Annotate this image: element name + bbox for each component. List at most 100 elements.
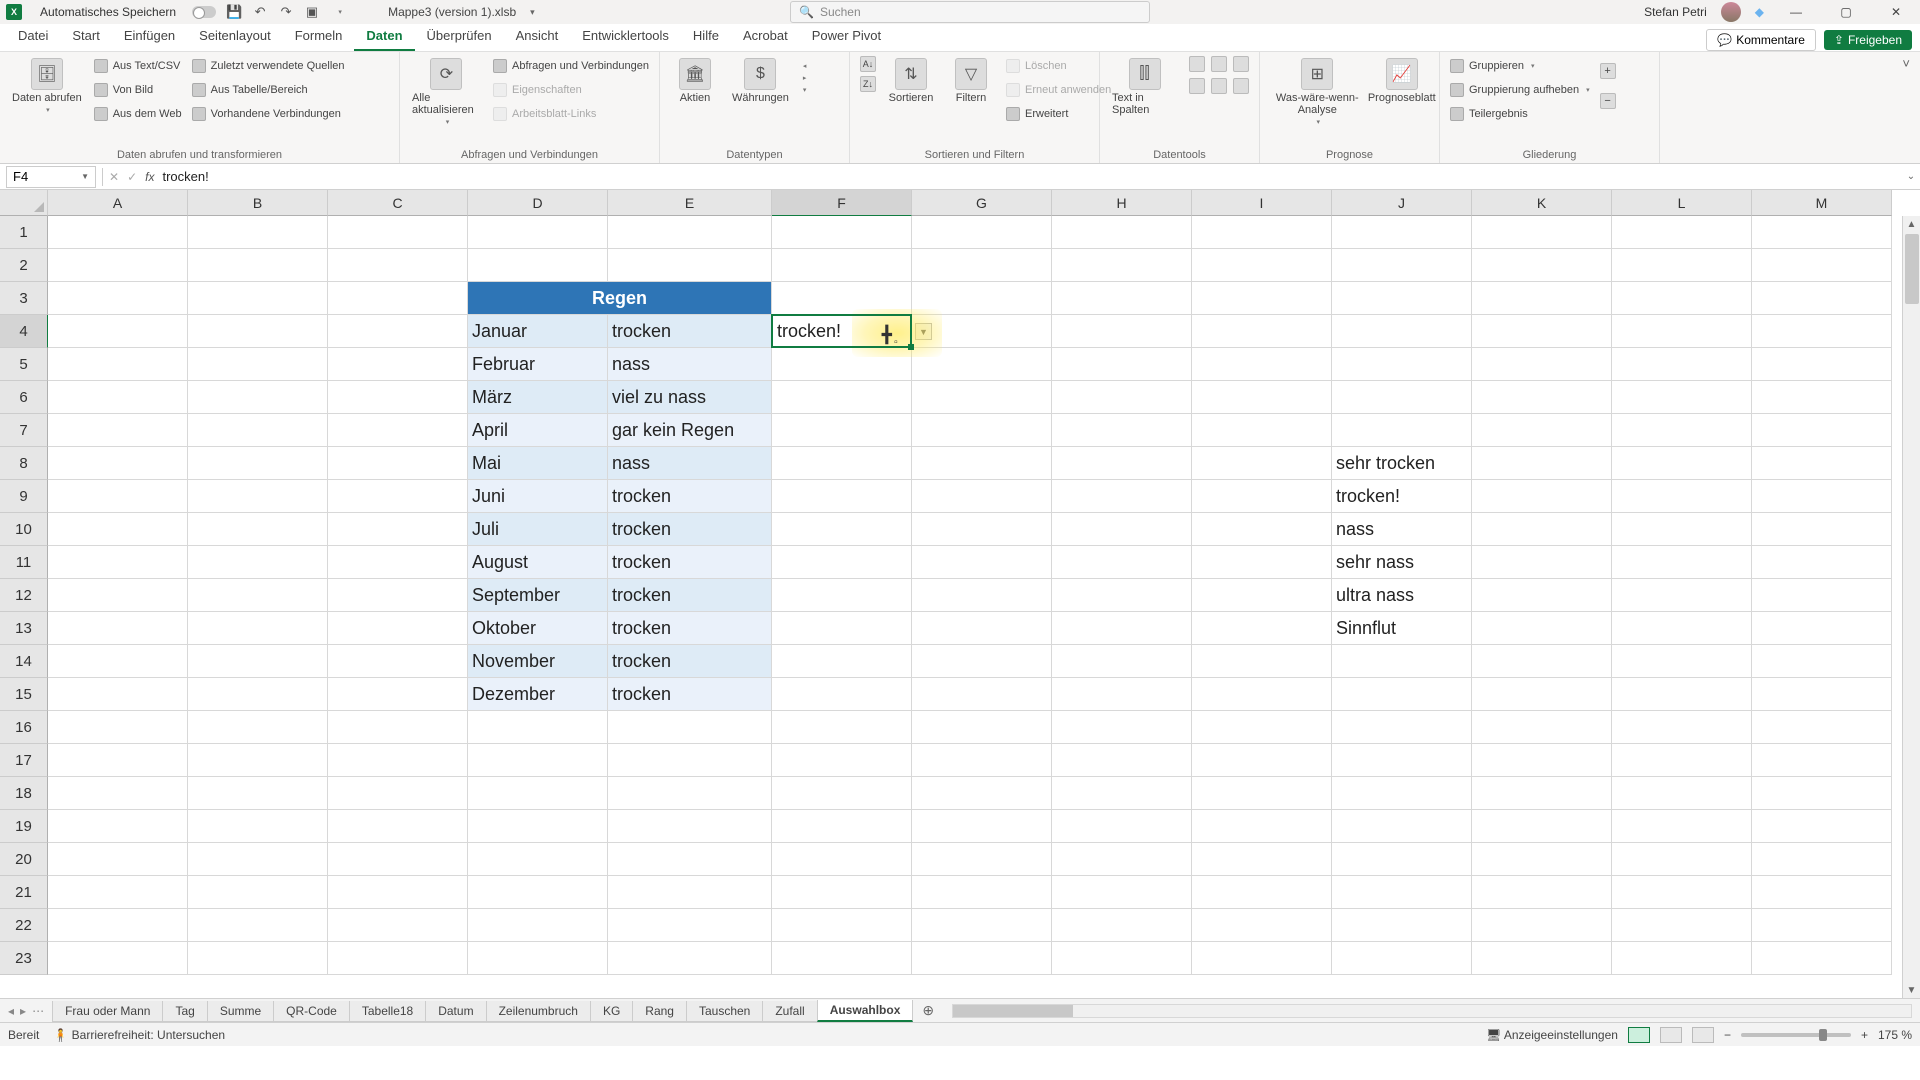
cell[interactable] bbox=[1192, 843, 1332, 876]
scroll-down-icon[interactable]: ▼ bbox=[1903, 982, 1920, 998]
cell[interactable]: trocken! bbox=[1332, 480, 1472, 513]
ribbon-item[interactable]: Abfragen und Verbindungen bbox=[493, 56, 649, 76]
cell[interactable] bbox=[772, 942, 912, 975]
cell[interactable] bbox=[1192, 216, 1332, 249]
sheet-tab-tauschen[interactable]: Tauschen bbox=[686, 1001, 763, 1022]
what-if-button[interactable]: ⊞Was-wäre-wenn-Analyse▾ bbox=[1270, 56, 1365, 128]
cell[interactable] bbox=[468, 744, 608, 777]
cell[interactable] bbox=[772, 843, 912, 876]
cell[interactable] bbox=[1752, 480, 1892, 513]
cell[interactable] bbox=[912, 876, 1052, 909]
cell[interactable] bbox=[48, 645, 188, 678]
ribbon-item[interactable]: Von Bild bbox=[94, 80, 182, 100]
zoom-slider[interactable] bbox=[1741, 1033, 1851, 1037]
cell[interactable] bbox=[1192, 513, 1332, 546]
relations-icon[interactable] bbox=[1211, 78, 1227, 94]
cell[interactable]: Juli bbox=[468, 513, 608, 546]
cell[interactable]: ultra nass bbox=[1332, 579, 1472, 612]
accessibility-status[interactable]: 🧍 Barrierefreiheit: Untersuchen bbox=[53, 1028, 225, 1042]
data-model-icon[interactable] bbox=[1233, 78, 1249, 94]
horizontal-scrollbar[interactable] bbox=[952, 1004, 1912, 1018]
cell[interactable] bbox=[1472, 513, 1612, 546]
cell[interactable] bbox=[1752, 744, 1892, 777]
forecast-button[interactable]: 📈Prognoseblatt bbox=[1375, 56, 1429, 106]
cell[interactable] bbox=[912, 942, 1052, 975]
cell[interactable] bbox=[1192, 810, 1332, 843]
cell[interactable]: Oktober bbox=[468, 612, 608, 645]
cell[interactable] bbox=[48, 777, 188, 810]
filename-chevron-icon[interactable]: ▾ bbox=[530, 7, 535, 18]
cell[interactable]: sehr nass bbox=[1332, 546, 1472, 579]
cell[interactable] bbox=[772, 414, 912, 447]
refresh-all-button[interactable]: ⟳Alle aktualisieren▾ bbox=[410, 56, 483, 128]
ribbon-item[interactable]: Gruppierung aufheben▾ bbox=[1450, 80, 1590, 100]
ribbon-item[interactable]: Teilergebnis bbox=[1450, 104, 1590, 124]
cell[interactable] bbox=[328, 480, 468, 513]
cell[interactable] bbox=[188, 678, 328, 711]
cell[interactable]: Mai bbox=[468, 447, 608, 480]
row-header-13[interactable]: 13 bbox=[0, 612, 48, 645]
cell[interactable] bbox=[1052, 447, 1192, 480]
cell[interactable] bbox=[1752, 282, 1892, 315]
row-header-3[interactable]: 3 bbox=[0, 282, 48, 315]
cell[interactable] bbox=[48, 909, 188, 942]
cell[interactable] bbox=[328, 315, 468, 348]
scroll-thumb[interactable] bbox=[1905, 234, 1919, 304]
cell[interactable] bbox=[1332, 645, 1472, 678]
accept-icon[interactable]: ✓ bbox=[127, 170, 137, 184]
cell[interactable] bbox=[328, 513, 468, 546]
close-button[interactable]: ✕ bbox=[1878, 2, 1914, 22]
cell[interactable] bbox=[1052, 249, 1192, 282]
cell[interactable] bbox=[1612, 381, 1752, 414]
cell[interactable] bbox=[1752, 216, 1892, 249]
cell[interactable] bbox=[1752, 678, 1892, 711]
sheet-tab-datum[interactable]: Datum bbox=[425, 1001, 486, 1022]
cell[interactable] bbox=[1192, 711, 1332, 744]
fill-handle[interactable] bbox=[908, 344, 914, 350]
row-header-1[interactable]: 1 bbox=[0, 216, 48, 249]
cell[interactable]: nass bbox=[608, 447, 772, 480]
cell[interactable] bbox=[608, 711, 772, 744]
sheet-tab-rang[interactable]: Rang bbox=[632, 1001, 687, 1022]
row-header-4[interactable]: 4 bbox=[0, 315, 48, 348]
cell[interactable] bbox=[188, 645, 328, 678]
share-button[interactable]: ⇪Freigeben bbox=[1824, 30, 1912, 50]
cell[interactable] bbox=[772, 744, 912, 777]
cell[interactable] bbox=[1332, 744, 1472, 777]
cell[interactable] bbox=[1052, 546, 1192, 579]
cell[interactable] bbox=[328, 744, 468, 777]
row-header-7[interactable]: 7 bbox=[0, 414, 48, 447]
cell[interactable] bbox=[772, 480, 912, 513]
cell[interactable] bbox=[1192, 348, 1332, 381]
ribbon-tab-überprüfen[interactable]: Überprüfen bbox=[415, 23, 504, 51]
arrow-left-icon[interactable]: ◂ bbox=[803, 62, 807, 70]
ribbon-tab-datei[interactable]: Datei bbox=[6, 23, 60, 51]
new-sheet-button[interactable]: ⊕ bbox=[912, 1002, 944, 1019]
zoom-out-button[interactable]: − bbox=[1724, 1028, 1731, 1042]
cell[interactable]: trocken bbox=[608, 645, 772, 678]
cell[interactable] bbox=[1612, 711, 1752, 744]
expand-fbar-button[interactable]: ⌄ bbox=[1902, 171, 1920, 182]
sheet-menu-icon[interactable]: ⋯ bbox=[32, 1004, 44, 1018]
cell[interactable] bbox=[1052, 678, 1192, 711]
row-header-12[interactable]: 12 bbox=[0, 579, 48, 612]
cell[interactable] bbox=[328, 942, 468, 975]
cell[interactable] bbox=[1612, 876, 1752, 909]
cell[interactable] bbox=[1472, 249, 1612, 282]
cell[interactable] bbox=[1472, 315, 1612, 348]
cell[interactable] bbox=[188, 480, 328, 513]
cell[interactable] bbox=[1472, 876, 1612, 909]
cell[interactable] bbox=[188, 381, 328, 414]
remove-dup-icon[interactable] bbox=[1211, 56, 1227, 72]
cell[interactable] bbox=[608, 942, 772, 975]
cell[interactable] bbox=[1472, 711, 1612, 744]
cell[interactable] bbox=[328, 843, 468, 876]
cell[interactable] bbox=[1052, 645, 1192, 678]
column-header-D[interactable]: D bbox=[468, 190, 608, 216]
cell[interactable] bbox=[1332, 315, 1472, 348]
ribbon-tab-einfügen[interactable]: Einfügen bbox=[112, 23, 187, 51]
data-validation-dropdown[interactable]: ▼ bbox=[915, 323, 932, 340]
cell[interactable] bbox=[1752, 843, 1892, 876]
cell[interactable] bbox=[1192, 645, 1332, 678]
cell[interactable] bbox=[1192, 942, 1332, 975]
